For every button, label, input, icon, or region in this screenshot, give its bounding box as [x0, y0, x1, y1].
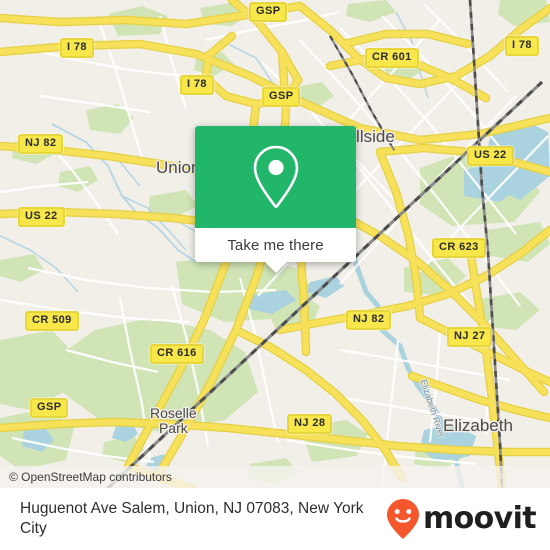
moovit-pin-icon — [386, 499, 419, 539]
place-label: Roselle Park — [150, 405, 197, 436]
popup-icon-area — [195, 126, 356, 228]
take-me-there-button[interactable]: Take me there — [195, 228, 356, 273]
moovit-wordmark: moovit — [422, 501, 537, 536]
road-shield: CR 616 — [150, 344, 204, 364]
road-shield: GSP — [30, 398, 69, 418]
road-shield: NJ 28 — [287, 414, 333, 434]
road-shield: NJ 27 — [447, 327, 493, 347]
road-shield: GSP — [249, 2, 288, 22]
road-shield: I 78 — [505, 36, 539, 56]
osm-attribution[interactable]: © OpenStreetMap contributors — [0, 466, 550, 488]
road-shield: I 78 — [180, 75, 214, 95]
map-screen: I 78 I 78 I 78 CR 601 GSP GSP NJ 82 US 22 US 22 C… — [0, 0, 550, 550]
road-shield: CR 601 — [365, 48, 419, 68]
place-label: Union — [156, 158, 201, 177]
address-text: Huguenot Ave Salem, Union, NJ 07083, New… — [20, 500, 364, 537]
road-shield: GSP — [262, 87, 301, 107]
road-shield: CR 623 — [432, 238, 486, 258]
road-shield: NJ 82 — [18, 134, 64, 154]
road-shield: NJ 82 — [346, 310, 392, 330]
road-shield: US 22 — [467, 146, 514, 166]
map-pin-icon — [253, 145, 298, 208]
footer-bar: Huguenot Ave Salem, Union, NJ 07083, New… — [0, 488, 550, 550]
moovit-logo[interactable]: moovit — [386, 498, 537, 540]
place-label: Elizabeth — [443, 416, 513, 435]
road-shield: CR 509 — [25, 311, 79, 331]
road-shield: US 22 — [18, 207, 65, 227]
popup-tail — [264, 262, 287, 273]
take-me-there-label: Take me there — [227, 236, 324, 254]
road-shield: I 78 — [60, 38, 94, 58]
destination-popup[interactable]: Take me there — [195, 126, 356, 273]
